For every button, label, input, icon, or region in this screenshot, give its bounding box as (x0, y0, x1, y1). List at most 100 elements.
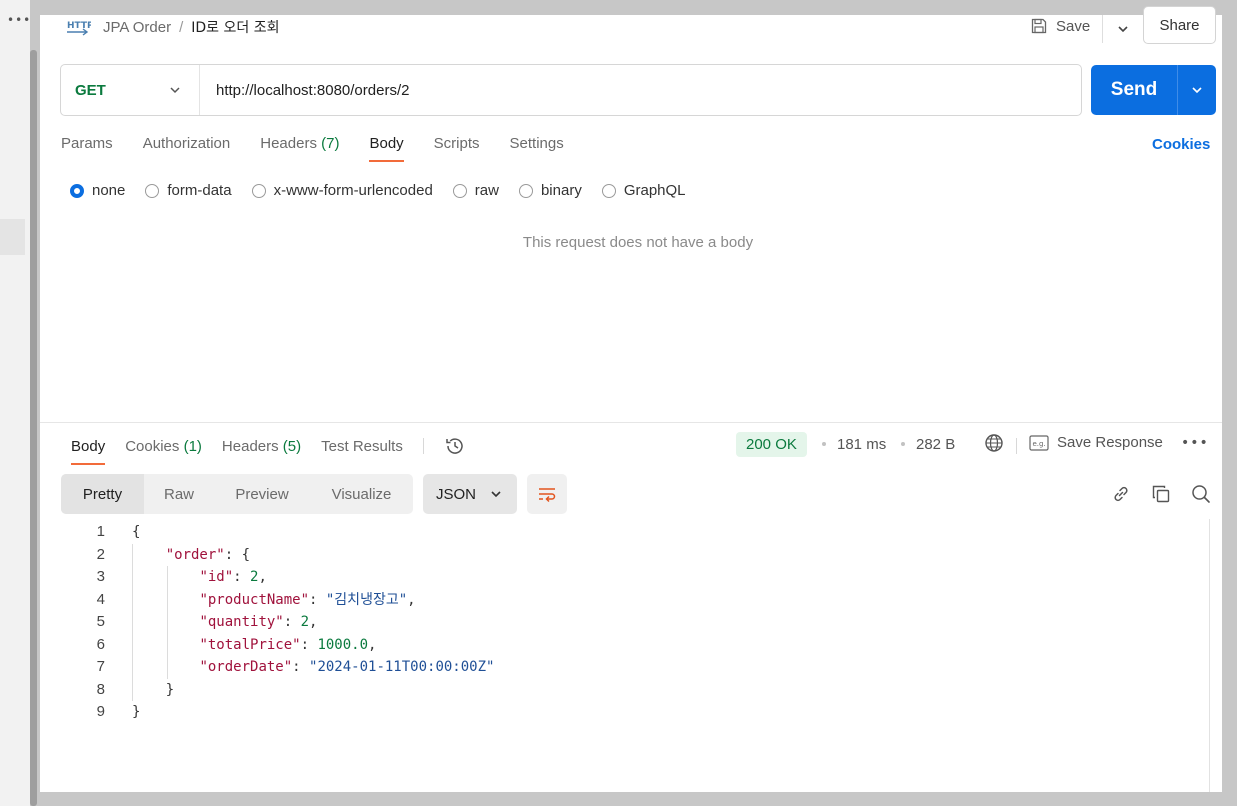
body-type-form-data[interactable]: form-data (145, 182, 232, 199)
url-input[interactable] (200, 81, 1081, 99)
view-mode-preview[interactable]: Preview (214, 474, 310, 514)
radio[interactable] (452, 183, 467, 198)
scrollbar-track[interactable] (1209, 519, 1210, 792)
line-number: 4 (96, 590, 105, 608)
indent-guide (167, 566, 168, 679)
save-button[interactable]: Save (1030, 15, 1090, 37)
method-select[interactable]: GET (61, 65, 200, 115)
save-response-button[interactable]: e.g. Save Response (1029, 434, 1163, 451)
json-punctuation: , (368, 636, 377, 653)
json-key: "quantity" (199, 614, 284, 630)
radio[interactable] (145, 183, 160, 198)
line-number: 7 (96, 658, 105, 675)
status-badge[interactable]: 200 OK (736, 432, 807, 457)
svg-text:e.g.: e.g. (1033, 440, 1046, 448)
sidebar-strip (0, 0, 30, 806)
send-button[interactable]: Send (1091, 65, 1177, 115)
code-text: "id": 2, (132, 566, 266, 589)
response-time[interactable]: 181 ms (837, 436, 886, 453)
body-type-urlencoded[interactable]: x-www-form-urlencoded (251, 182, 433, 199)
json-key: "productName" (199, 591, 310, 608)
history-icon[interactable] (444, 435, 466, 457)
cookies-link[interactable]: Cookies (1152, 136, 1210, 153)
json-punctuation: : (300, 636, 318, 653)
response-tab-headers-count: (5) (282, 437, 302, 455)
more-icon[interactable]: ••• (7, 13, 31, 27)
view-mode-visualize[interactable]: Visualize (310, 474, 413, 514)
line-number: 9 (96, 703, 105, 720)
save-options-button[interactable] (1102, 15, 1142, 43)
response-tab-body[interactable]: Body (71, 438, 106, 465)
line-number: 8 (96, 680, 105, 698)
code-text: "productName": "김치냉장고", (132, 589, 415, 612)
radio-checked[interactable] (70, 183, 84, 198)
line-number: 5 (96, 613, 105, 630)
request-panel: HTTP JPA Order / ID로 오더 조회 Save Share GE… (40, 6, 1222, 792)
page-title[interactable]: ID로 오더 조회 (191, 17, 279, 37)
json-key: "id" (199, 569, 234, 585)
json-punctuation: } (132, 681, 175, 698)
copy-icon[interactable] (1151, 484, 1171, 504)
meta-dot (822, 442, 826, 446)
body-type-binary[interactable]: binary (518, 182, 582, 199)
body-type-label: none (92, 182, 126, 199)
json-key: "orderDate" (199, 659, 293, 675)
code-line: 5 "quantity": 2, (40, 611, 1210, 634)
json-punctuation (132, 569, 199, 585)
code-line: 6 "totalPrice": 1000.0, (40, 634, 1210, 657)
send-button-group: Send (1091, 65, 1216, 115)
tab-params[interactable]: Params (61, 135, 113, 162)
code-line: 4 "productName": "김치냉장고", (40, 589, 1210, 612)
json-punctuation: } (132, 704, 141, 720)
body-type-options: none form-data x-www-form-urlencoded raw… (70, 182, 686, 199)
code-text: { (132, 521, 140, 544)
globe-icon[interactable] (984, 433, 1004, 453)
json-punctuation (132, 614, 199, 630)
more-icon[interactable]: ••• (1181, 435, 1209, 451)
http-icon: HTTP (67, 21, 91, 36)
view-mode-pretty[interactable]: Pretty (61, 474, 144, 514)
view-mode-segment: Pretty Raw Preview Visualize (61, 474, 413, 514)
breadcrumb-parent[interactable]: JPA Order (103, 19, 171, 36)
tab-settings[interactable]: Settings (510, 135, 564, 162)
response-tab-headers[interactable]: Headers (5) (222, 438, 301, 465)
code-text: "quantity": 2, (132, 611, 317, 634)
send-options-button[interactable] (1177, 65, 1216, 115)
scrollbar[interactable] (30, 50, 37, 806)
example-icon: e.g. (1029, 434, 1049, 451)
body-type-raw[interactable]: raw (452, 182, 499, 199)
request-header: HTTP JPA Order / ID로 오더 조회 Save Share (40, 6, 1222, 61)
link-icon[interactable] (1111, 484, 1131, 504)
body-type-label: GraphQL (623, 182, 686, 199)
method-label: GET (75, 81, 106, 99)
format-select[interactable]: JSON (423, 474, 517, 514)
json-key: "totalPrice" (199, 636, 301, 653)
response-tab-cookies[interactable]: Cookies (1) (125, 438, 202, 465)
tab-headers[interactable]: Headers (7) (260, 135, 339, 162)
pane-divider[interactable] (40, 422, 1222, 423)
response-body-viewer[interactable]: 1{2 "order": {3 "id": 2, 4 "productName":… (40, 521, 1210, 724)
share-button[interactable]: Share (1143, 6, 1216, 44)
tab-authorization[interactable]: Authorization (143, 135, 231, 162)
response-size[interactable]: 282 B (916, 436, 955, 453)
tab-scripts[interactable]: Scripts (434, 135, 480, 162)
code-text: } (132, 701, 140, 724)
json-punctuation: , (309, 614, 318, 630)
view-mode-raw[interactable]: Raw (144, 474, 214, 514)
wrap-lines-button[interactable] (527, 474, 567, 514)
search-icon[interactable] (1191, 484, 1211, 504)
code-text: } (132, 679, 174, 702)
radio[interactable] (251, 183, 266, 198)
json-number: 1000.0 (317, 636, 369, 653)
code-line: 7 "orderDate": "2024-01-11T00:00:00Z" (40, 656, 1210, 679)
body-type-label: x-www-form-urlencoded (273, 182, 433, 199)
radio[interactable] (601, 183, 616, 198)
response-tab-test-results[interactable]: Test Results (321, 438, 403, 465)
tab-body[interactable]: Body (369, 135, 404, 162)
radio[interactable] (518, 183, 533, 198)
meta-separator (1016, 438, 1017, 454)
json-punctuation: : { (224, 546, 251, 563)
meta-dot (901, 442, 905, 446)
body-type-graphql[interactable]: GraphQL (601, 182, 686, 199)
body-type-none[interactable]: none (70, 182, 125, 199)
